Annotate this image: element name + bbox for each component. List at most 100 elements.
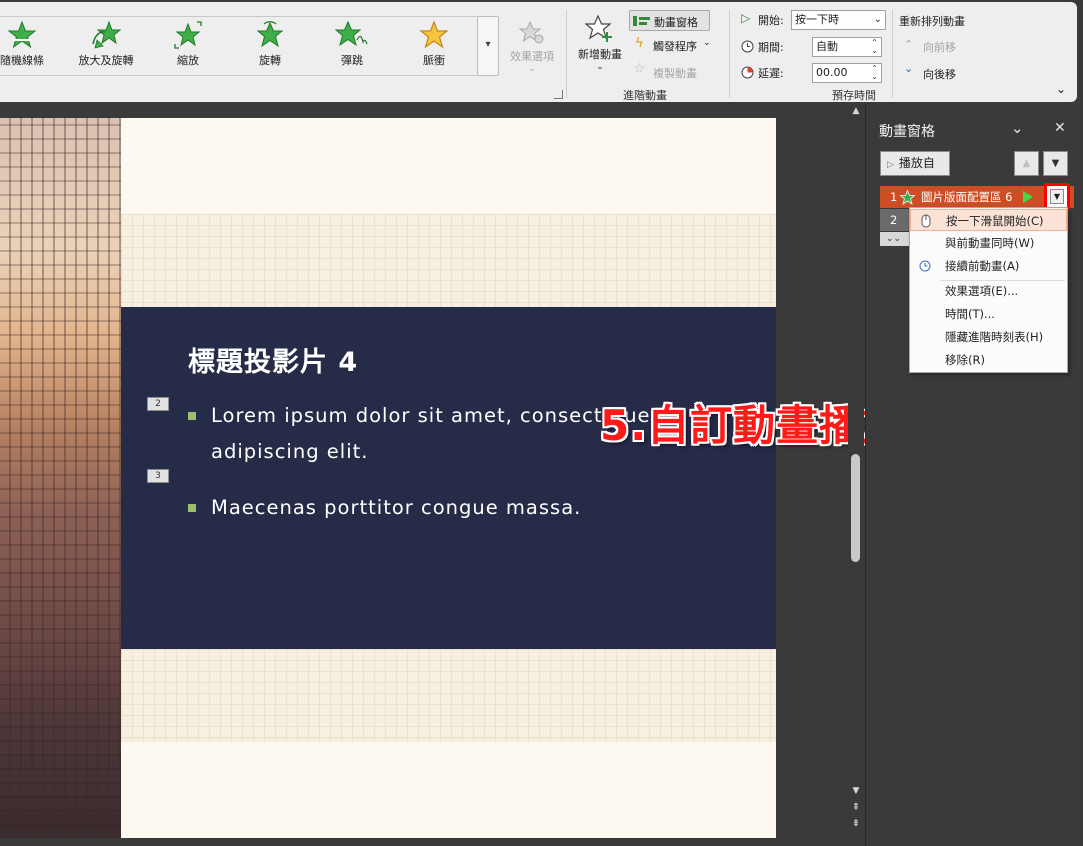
trigger-label: 觸發程序	[653, 40, 697, 53]
duration-spinner[interactable]: 自動 ⌃ ⌄	[812, 37, 882, 57]
bullet-text[interactable]: Maecenas porttitor congue massa.	[211, 490, 581, 526]
animation-pane-title: 動畫窗格	[879, 124, 935, 140]
duration-value: 自動	[816, 40, 838, 53]
ribbon-panel: 隨機線條 放大及旋轉 縮放 旋轉 彈跳 脈衝 ▾ 效果選項 ⌄ 新增動畫 ⌄ 動…	[0, 2, 1077, 102]
item-number: 1	[890, 190, 898, 204]
advanced-animation-group-label: 進階動畫	[623, 89, 667, 102]
menu-hide-advanced-timeline[interactable]: 隱藏進階時刻表(H)	[910, 326, 1067, 348]
slide-title[interactable]: 標題投影片 4	[188, 340, 358, 379]
animation-pane-label: 動畫窗格	[654, 16, 698, 29]
gallery-item-random-bars[interactable]: 隨機線條	[0, 20, 52, 68]
move-up-button[interactable]: ▲	[1014, 151, 1039, 176]
grow-turn-star-icon	[92, 20, 122, 49]
play-from-label: 播放自	[898, 156, 935, 170]
previous-slide-icon[interactable]: ⇞	[850, 802, 862, 813]
gallery-item-swivel[interactable]: 旋轉	[240, 20, 300, 68]
effect-options-button[interactable]: 效果選項 ⌄	[502, 20, 562, 74]
grid-band-bottom	[121, 649, 776, 742]
item-name: 圖片版面配置區 6	[921, 190, 1013, 204]
bullet-text[interactable]: Lorem ipsum dolor sit amet, consectetuer…	[211, 398, 660, 470]
gallery-item-label: 縮放	[177, 54, 199, 67]
animation-pane-icon	[633, 16, 650, 26]
dialog-launcher-icon[interactable]	[554, 90, 563, 99]
menu-with-previous[interactable]: 與前動畫同時(W)	[910, 232, 1067, 254]
effect-options-label: 效果選項	[510, 50, 554, 63]
gallery-item-zoom[interactable]: 縮放	[158, 20, 218, 68]
delay-clock-icon	[741, 66, 754, 79]
trigger-button[interactable]: ϟ 觸發程序 ⌄	[635, 36, 715, 54]
move-earlier-button[interactable]: ⌃ 向前移	[904, 38, 974, 54]
item-number: 2	[890, 213, 898, 227]
gallery-more-button[interactable]: ▾	[477, 16, 499, 76]
delay-spinner[interactable]: 00.00 ⌃ ⌄	[812, 63, 882, 83]
menu-item-label: 接續前動畫(A)	[945, 259, 1020, 273]
duration-label: 期間:	[758, 41, 784, 54]
bullet-marker	[188, 412, 196, 420]
double-chevron-down-icon: ⌄⌄	[886, 234, 902, 244]
menu-item-label: 移除(R)	[945, 353, 985, 367]
menu-item-label: 時間(T)...	[945, 307, 995, 321]
move-later-button[interactable]: ⌄ 向後移	[904, 62, 974, 81]
scroll-down-icon[interactable]: ▼	[850, 786, 862, 796]
ribbon: 隨機線條 放大及旋轉 縮放 旋轉 彈跳 脈衝 ▾ 效果選項 ⌄ 新增動畫 ⌄ 動…	[0, 0, 1083, 104]
vertical-scrollbar[interactable]: ▲ ▼ ⇞ ⇟	[848, 104, 864, 846]
menu-timing[interactable]: 時間(T)...	[910, 303, 1067, 325]
ribbon-separator	[566, 10, 567, 98]
chevron-down-icon: ⌄	[596, 62, 604, 72]
grid-band-top	[121, 214, 776, 307]
animation-list-item[interactable]: 2	[880, 209, 910, 231]
painter-star-icon: ☆	[633, 61, 646, 77]
animation-order-tag[interactable]: 3	[147, 469, 169, 483]
item-dropdown-button[interactable]: ▼	[1044, 183, 1070, 210]
entrance-star-icon	[900, 190, 915, 205]
scroll-up-icon[interactable]: ▲	[850, 106, 862, 116]
triangle-up-icon: ▲	[1022, 158, 1031, 169]
reorder-animation-title: 重新排列動畫	[899, 15, 965, 28]
start-value: 按一下時	[795, 13, 839, 26]
bounce-star-icon	[335, 20, 368, 47]
chevron-up-icon: ⌃	[904, 38, 914, 51]
delay-label: 延遲:	[758, 67, 784, 80]
animation-painter-button[interactable]: ☆ 複製動畫	[633, 61, 713, 80]
menu-effect-options[interactable]: 效果選項(E)...	[910, 280, 1067, 302]
gallery-item-pulse[interactable]: 脈衝	[404, 20, 464, 68]
close-icon[interactable]: ✕	[1054, 120, 1066, 136]
add-animation-button[interactable]: 新增動畫 ⌄	[570, 14, 630, 72]
menu-remove[interactable]: 移除(R)	[910, 349, 1067, 371]
menu-after-previous[interactable]: 接續前動畫(A)	[910, 255, 1067, 277]
delay-value: 00.00	[816, 66, 848, 79]
animation-order-tag[interactable]: 2	[147, 397, 169, 411]
animation-painter-label: 複製動畫	[653, 67, 697, 80]
chevron-down-icon: ⌄	[904, 62, 914, 75]
chevron-down-icon: ⌄	[528, 64, 536, 74]
play-from-button[interactable]: ▷ 播放自	[880, 151, 950, 176]
gallery-item-label: 放大及旋轉	[78, 54, 134, 67]
spinner-arrows-icon: ⌃ ⌄	[871, 38, 878, 55]
scrollbar-thumb[interactable]	[851, 454, 860, 562]
animation-pane-button[interactable]: 動畫窗格	[629, 10, 710, 31]
play-icon: ▷	[887, 160, 894, 170]
gallery-item-bounce[interactable]: 彈跳	[322, 20, 382, 68]
chevron-down-icon: ⌄	[703, 38, 711, 48]
next-slide-icon[interactable]: ⇟	[850, 818, 862, 829]
play-outline-icon: ▷	[741, 11, 751, 25]
clock-icon	[741, 40, 754, 53]
start-select[interactable]: 按一下時 ⌄	[791, 10, 886, 30]
start-label: 開始:	[758, 14, 784, 27]
timing-group-label: 預存時間	[832, 89, 876, 102]
move-down-button[interactable]: ▼	[1043, 151, 1068, 176]
add-animation-label: 新增動畫	[578, 48, 622, 61]
menu-item-label: 按一下滑鼠開始(C)	[946, 214, 1044, 228]
expand-contents-button[interactable]: ⌄⌄	[880, 232, 910, 246]
collapse-ribbon-icon[interactable]: ⌄	[1056, 82, 1066, 96]
bullet-line: Lorem ipsum dolor sit amet, consectetuer	[211, 404, 660, 427]
slide-canvas[interactable]: 標題投影片 4 Lorem ipsum dolor sit amet, cons…	[121, 118, 776, 838]
pane-options-chevron-icon[interactable]: ⌄	[1011, 119, 1024, 137]
mouse-icon	[921, 214, 931, 228]
timeline-play-icon	[1023, 191, 1033, 203]
menu-start-on-click[interactable]: 按一下滑鼠開始(C)	[910, 209, 1067, 231]
chevron-down-icon: ⌄	[873, 14, 882, 25]
city-photo[interactable]	[0, 118, 121, 838]
lightning-icon: ϟ	[635, 36, 644, 51]
gallery-item-grow-turn[interactable]: 放大及旋轉	[76, 20, 136, 68]
